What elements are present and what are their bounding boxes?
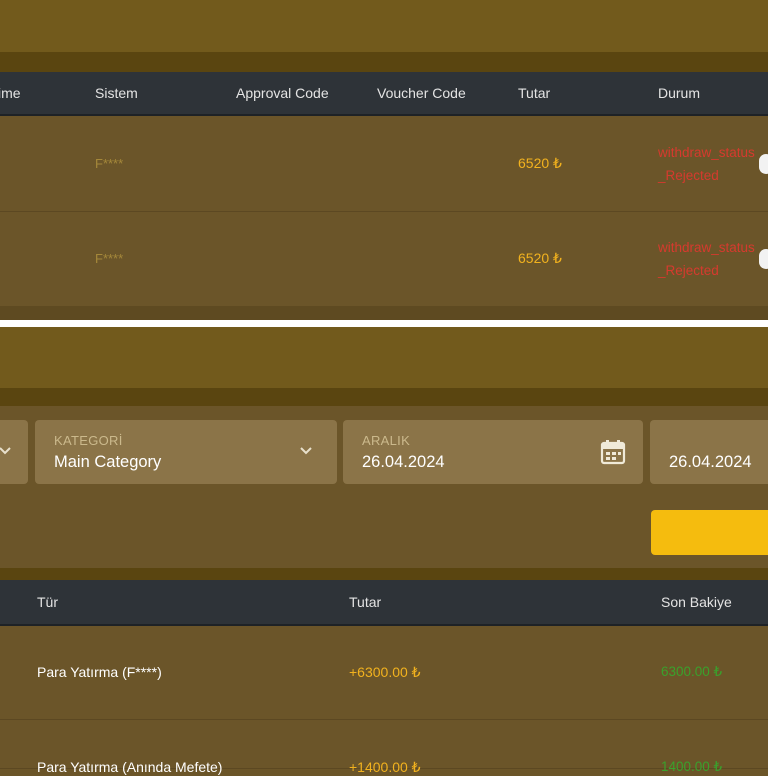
col-approval-code: Approval Code (236, 85, 329, 101)
section-separator (0, 52, 768, 72)
table-row: F**** 6520 ₺ withdraw_status_Rejected (0, 212, 768, 307)
filter-button[interactable] (651, 510, 768, 555)
col-type: Tür (37, 594, 58, 610)
col-voucher-code: Voucher Code (377, 85, 466, 101)
chevron-down-icon (299, 444, 313, 463)
category-label: KATEGORİ (54, 433, 123, 448)
status-cell: withdraw_status_Rejected (658, 240, 755, 278)
table-row: Para Yatırma (Anında Mefete) +1400.00 ₺ … (0, 720, 768, 775)
screenshot-divider (0, 320, 768, 327)
chevron-down-icon (0, 444, 12, 463)
withdrawals-table-header: ime Sistem Approval Code Voucher Code Tu… (0, 72, 768, 116)
system-cell: F**** (95, 251, 124, 266)
table-row: F**** 6520 ₺ withdraw_status_Rejected (0, 116, 768, 212)
row-toggle[interactable] (759, 154, 768, 174)
date-range-end[interactable]: 26.04.2024 (650, 420, 768, 484)
col-time: ime (0, 85, 21, 101)
balance-cell: 1400.00 ₺ (661, 759, 723, 774)
section-separator (0, 568, 768, 580)
table-footer (0, 306, 768, 320)
row-toggle[interactable] (759, 249, 768, 269)
range-label: ARALIK (362, 433, 411, 448)
col-system: Sistem (95, 85, 138, 101)
calendar-icon[interactable] (600, 439, 626, 470)
type-dropdown[interactable] (0, 420, 28, 484)
type-cell: Para Yatırma (Anında Mefete) (37, 759, 223, 775)
category-dropdown[interactable]: KATEGORİ Main Category (35, 420, 337, 484)
amount-cell: 6520 ₺ (518, 155, 562, 171)
col-amount: Tutar (518, 85, 551, 101)
amount-cell: 6520 ₺ (518, 250, 562, 266)
col-balance: Son Bakiye (661, 594, 732, 610)
balance-cell: 6300.00 ₺ (661, 664, 723, 679)
col-amount: Tutar (349, 594, 382, 610)
section-separator (0, 388, 768, 406)
amount-cell: +6300.00 ₺ (349, 664, 421, 680)
top-band (0, 0, 768, 52)
range-end-value: 26.04.2024 (669, 453, 752, 471)
transactions-table-header: Tür Tutar Son Bakiye (0, 580, 768, 626)
status-cell: withdraw_status_Rejected (658, 145, 755, 183)
date-range-start[interactable]: ARALIK 26.04.2024 (343, 420, 643, 484)
table-row: Para Yatırma (F****) +6300.00 ₺ 6300.00 … (0, 626, 768, 720)
col-status: Durum (658, 85, 701, 101)
system-cell: F**** (95, 156, 124, 171)
top-band (0, 327, 768, 388)
type-cell: Para Yatırma (F****) (37, 664, 162, 680)
range-start-value: 26.04.2024 (362, 453, 445, 471)
category-value: Main Category (54, 453, 162, 471)
